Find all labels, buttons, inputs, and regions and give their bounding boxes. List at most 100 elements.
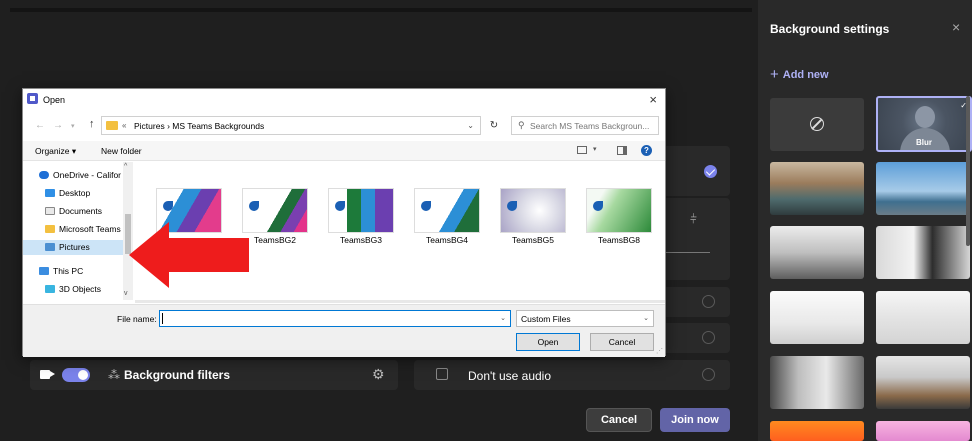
sidebar-item-label: Microsoft Teams (59, 224, 121, 234)
join-now-button[interactable]: Join now (660, 408, 730, 432)
background-thumbnail[interactable] (770, 421, 864, 441)
file-item[interactable]: TeamsBG4 (407, 188, 487, 245)
cloud-icon (39, 171, 49, 179)
folder-icon (45, 225, 55, 233)
cancel-button[interactable]: Cancel (590, 333, 654, 351)
chevron-down-icon[interactable]: ⌄ (467, 121, 474, 130)
new-folder-button[interactable]: New folder (101, 146, 142, 156)
organize-button[interactable]: Organize ▾ (35, 146, 76, 157)
file-thumbnail (586, 188, 652, 233)
sidebar-item-label: Pictures (59, 242, 90, 252)
search-input[interactable]: ⚲ Search MS Teams Backgroun... (511, 116, 659, 135)
sidebar-item-label: Documents (59, 206, 102, 216)
radio-icon[interactable] (702, 295, 715, 308)
dialog-toolbar: Organize ▾ New folder ▾ ? (23, 141, 665, 161)
chevron-down-icon[interactable]: v (124, 290, 128, 297)
radio-icon[interactable] (702, 331, 715, 344)
background-thumbnail[interactable] (876, 162, 970, 215)
gear-icon[interactable]: ⚙ (372, 366, 385, 383)
sidebar-item-documents[interactable]: Documents (23, 204, 123, 219)
chevron-down-icon: ⌄ (643, 315, 649, 322)
background-thumbnail[interactable] (770, 226, 864, 279)
sidebar-item-label: This PC (53, 266, 84, 276)
chevron-down-icon[interactable]: ▾ (71, 122, 75, 130)
sliders-icon[interactable]: ⫩ (690, 212, 697, 227)
sidebar-item-this-pc[interactable]: This PC (23, 264, 123, 279)
add-new-button[interactable]: + Add new (770, 66, 829, 83)
dont-use-audio-label: Don't use audio (468, 369, 552, 383)
background-thumbnail[interactable] (876, 356, 970, 409)
search-placeholder: Search MS Teams Backgroun... (530, 121, 650, 131)
sidebar-item-pictures[interactable]: Pictures (23, 240, 123, 255)
file-name: TeamsBG8 (597, 235, 641, 245)
logo-mark (593, 201, 603, 211)
file-thumbnail (328, 188, 394, 233)
chevron-down-icon[interactable]: ▾ (593, 145, 597, 153)
background-thumbnail[interactable] (876, 421, 970, 441)
radio-icon[interactable] (702, 368, 715, 381)
background-filters-label[interactable]: Background filters (124, 368, 230, 382)
sidebar-item-3d-objects[interactable]: 3D Objects (23, 282, 123, 297)
background-thumbnail[interactable] (770, 291, 864, 344)
person-silhouette (915, 106, 935, 128)
cancel-button[interactable]: Cancel (586, 408, 652, 432)
address-bar[interactable]: « Pictures › MS Teams Backgrounds ⌄ (101, 116, 481, 135)
file-item[interactable]: TeamsBG8 (579, 188, 659, 245)
file-item[interactable]: TeamsBG5 (493, 188, 573, 245)
horizontal-scrollbar[interactable] (135, 300, 665, 303)
file-item[interactable]: TeamsBG3 (321, 188, 401, 245)
help-icon[interactable]: ? (641, 145, 652, 156)
file-thumbnail (414, 188, 480, 233)
background-thumbnail[interactable] (770, 162, 864, 215)
sidebar-item-desktop[interactable]: Desktop (23, 186, 123, 201)
up-arrow-icon[interactable]: ↑ (89, 118, 95, 130)
background-settings-panel: Background settings × + Add new ✓ Blur (758, 0, 972, 441)
radio-checked-icon[interactable] (704, 165, 717, 178)
file-thumbnail (242, 188, 308, 233)
open-button[interactable]: Open (516, 333, 580, 351)
blur-background-option[interactable]: ✓ Blur (876, 96, 972, 152)
scrollbar[interactable] (966, 96, 970, 246)
search-icon: ⚲ (518, 120, 525, 130)
forward-arrow-icon[interactable]: → (53, 120, 63, 131)
add-new-label: Add new (782, 69, 829, 81)
3d-objects-icon (45, 285, 55, 293)
text-caret (162, 313, 163, 324)
file-name-input[interactable]: ⌄ (159, 310, 511, 327)
breadcrumb-overflow-icon[interactable]: « (122, 121, 126, 130)
documents-icon (45, 207, 55, 215)
dont-use-audio-option[interactable]: Don't use audio (414, 360, 730, 390)
file-name: TeamsBG5 (511, 235, 555, 245)
no-background-icon (810, 117, 824, 131)
navigation-pane: OneDrive - Califor Desktop Documents Mic… (23, 162, 133, 300)
logo-mark (163, 201, 173, 211)
sidebar-item-microsoft-teams[interactable]: Microsoft Teams (23, 222, 123, 237)
resize-grip-icon[interactable]: ⋰ (656, 347, 663, 355)
sidebar-item-onedrive[interactable]: OneDrive - Califor (23, 168, 123, 183)
refresh-icon[interactable]: ↻ (483, 116, 505, 135)
preview-pane-icon[interactable] (617, 146, 627, 155)
close-icon[interactable]: × (952, 19, 960, 35)
logo-mark (335, 201, 345, 211)
no-background-option[interactable] (770, 98, 864, 151)
background-thumbnail[interactable] (770, 356, 864, 409)
top-strip (10, 8, 752, 12)
panel-title: Background settings (770, 22, 890, 36)
view-options-icon[interactable] (577, 146, 587, 154)
red-arrow-annotation (129, 222, 249, 288)
background-thumbnail[interactable] (876, 226, 970, 279)
background-thumbnail[interactable] (876, 291, 970, 344)
back-arrow-icon[interactable]: ← (35, 120, 45, 131)
breadcrumb[interactable]: Pictures › MS Teams Backgrounds (134, 121, 264, 131)
camera-toggle[interactable] (62, 368, 90, 382)
file-type-select[interactable]: Custom Files ⌄ (516, 310, 654, 327)
plus-icon: + (770, 66, 779, 83)
file-type-value: Custom Files (521, 314, 571, 324)
dialog-title: Open (43, 95, 66, 105)
chevron-up-icon[interactable]: ^ (124, 163, 127, 170)
sidebar-item-label: OneDrive - Califor (53, 170, 122, 180)
close-icon[interactable]: × (649, 92, 657, 107)
background-filters-icon: ⁂ (108, 368, 120, 382)
chevron-down-icon[interactable]: ⌄ (500, 314, 506, 322)
file-name-label: File name: (117, 314, 157, 324)
